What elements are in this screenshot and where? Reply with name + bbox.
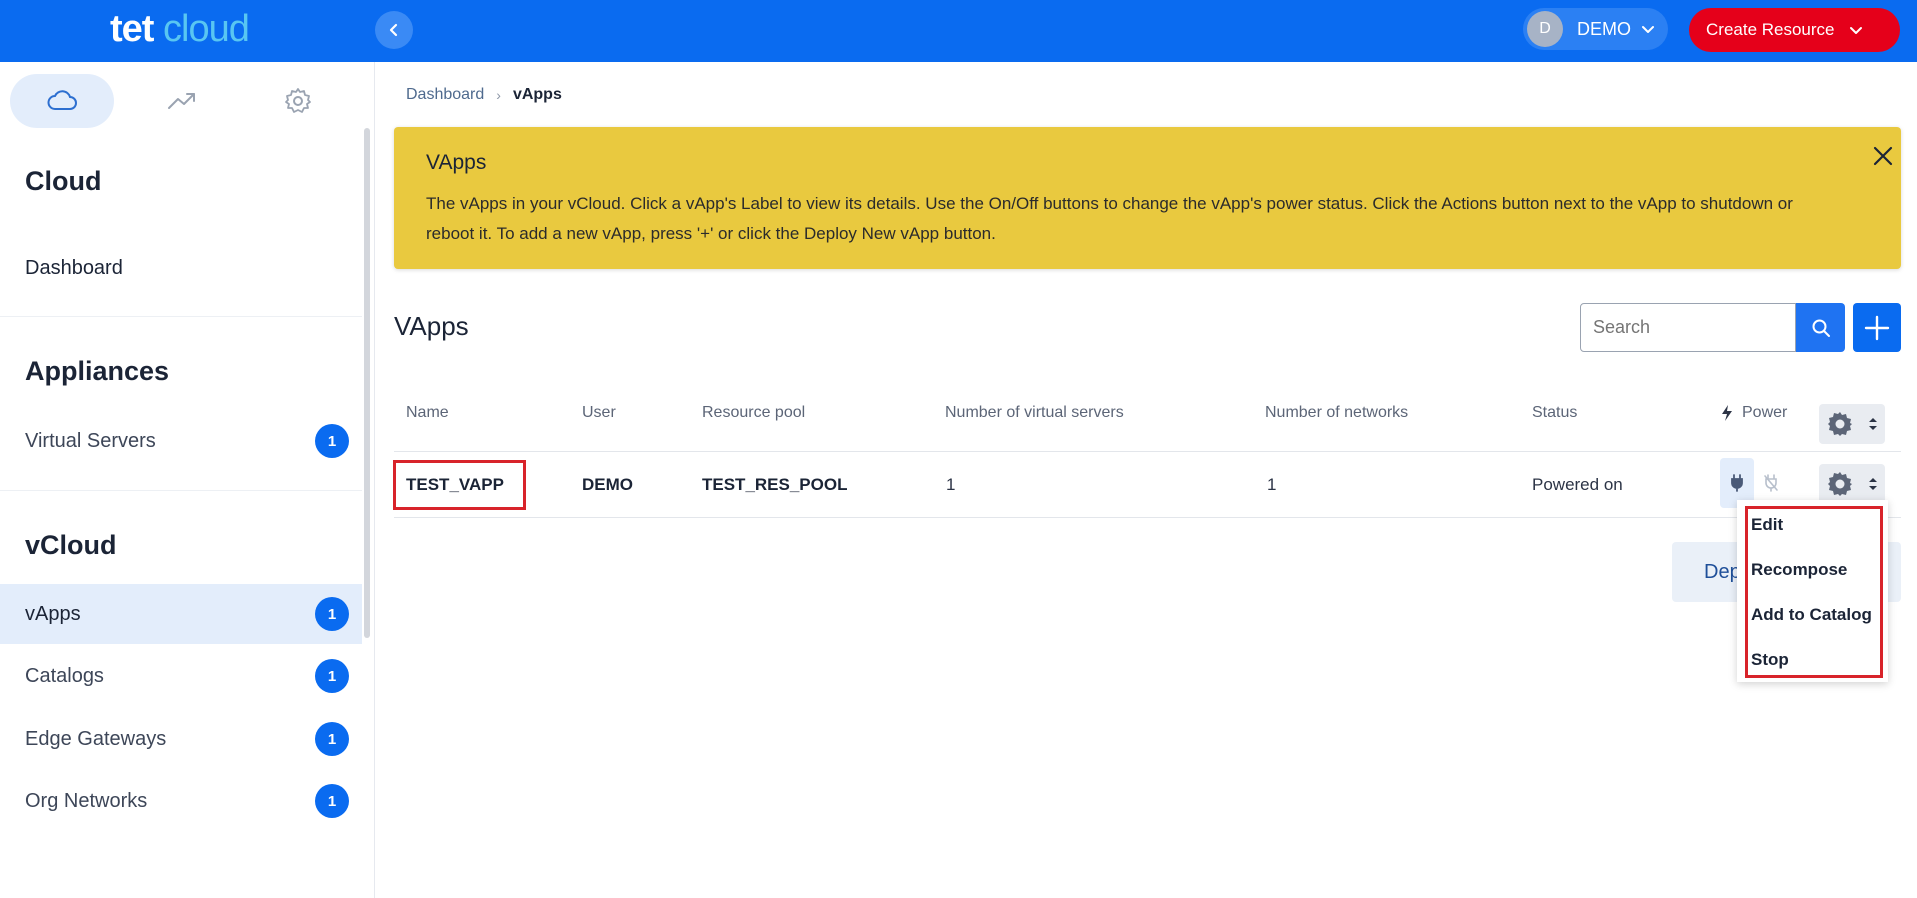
count-badge: 1 xyxy=(315,722,349,756)
column-header-resource-pool[interactable]: Resource pool xyxy=(702,404,805,422)
sort-icon xyxy=(1869,418,1877,430)
sidebar: Cloud Dashboard Appliances Virtual Serve… xyxy=(0,62,375,898)
close-banner-button[interactable] xyxy=(1872,145,1894,172)
column-header-name[interactable]: Name xyxy=(406,404,449,422)
search-button[interactable] xyxy=(1796,303,1845,352)
column-header-networks[interactable]: Number of networks xyxy=(1265,404,1408,422)
trending-up-icon xyxy=(168,93,195,109)
gear-icon xyxy=(1828,412,1852,436)
chevron-down-icon xyxy=(1642,26,1654,33)
tab-statistics[interactable] xyxy=(130,74,234,128)
breadcrumb-current: vApps xyxy=(512,86,562,103)
divider xyxy=(0,490,362,491)
sidebar-item-edge-gateways[interactable]: Edge Gateways 1 xyxy=(0,709,362,769)
column-header-virtual-servers[interactable]: Number of virtual servers xyxy=(945,404,1124,422)
vapp-networks: 1 xyxy=(1267,475,1277,494)
table-divider xyxy=(394,451,1901,452)
vapp-user: DEMO xyxy=(582,475,633,494)
breadcrumb-dashboard-link[interactable]: Dashboard xyxy=(406,86,484,104)
sidebar-item-catalogs[interactable]: Catalogs 1 xyxy=(0,646,362,706)
lightning-icon xyxy=(1722,405,1732,421)
sidebar-item-dashboard[interactable]: Dashboard xyxy=(0,238,362,298)
top-bar: tet cloud D DEMO Create Resource xyxy=(0,0,1917,62)
sidebar-scrollbar[interactable] xyxy=(364,128,370,638)
create-resource-button[interactable]: Create Resource xyxy=(1689,8,1900,52)
search-input[interactable] xyxy=(1580,303,1796,352)
column-header-power: Power xyxy=(1720,404,1787,422)
plug-off-icon xyxy=(1764,474,1778,492)
chevron-left-icon xyxy=(389,23,398,37)
menu-item-edit[interactable]: Edit xyxy=(1751,515,1783,535)
user-name: DEMO xyxy=(1577,18,1631,39)
plus-icon xyxy=(1864,315,1890,340)
chevron-down-icon xyxy=(1849,27,1862,34)
menu-item-add-to-catalog[interactable]: Add to Catalog xyxy=(1751,605,1872,625)
vapp-resource-pool: TEST_RES_POOL xyxy=(702,475,848,494)
user-menu-button[interactable]: D DEMO xyxy=(1523,8,1668,50)
table-settings-button[interactable] xyxy=(1819,404,1885,444)
collapse-sidebar-button[interactable] xyxy=(375,11,413,49)
sidebar-item-vapps[interactable]: vApps 1 xyxy=(0,584,362,644)
divider xyxy=(0,316,362,317)
section-title-cloud: Cloud xyxy=(25,166,102,196)
count-badge: 1 xyxy=(315,659,349,693)
info-banner-title: VApps xyxy=(426,151,487,174)
chevron-right-icon: › xyxy=(496,87,501,103)
section-title-appliances: Appliances xyxy=(25,356,170,386)
column-header-status[interactable]: Status xyxy=(1532,404,1577,422)
vapp-status: Powered on xyxy=(1532,475,1623,494)
cloud-icon xyxy=(47,90,77,110)
sidebar-item-org-networks[interactable]: Org Networks 1 xyxy=(0,771,362,831)
count-badge: 1 xyxy=(315,424,349,458)
row-actions-button[interactable] xyxy=(1819,464,1885,504)
sort-icon xyxy=(1869,478,1877,490)
search-icon xyxy=(1812,319,1830,337)
count-badge: 1 xyxy=(315,784,349,818)
logo[interactable]: tet cloud xyxy=(110,8,250,51)
tab-settings[interactable] xyxy=(246,74,350,128)
sidebar-tabs xyxy=(0,62,375,128)
menu-item-stop[interactable]: Stop xyxy=(1751,650,1789,670)
add-vapp-button[interactable] xyxy=(1853,303,1901,352)
column-header-user[interactable]: User xyxy=(582,404,616,422)
plug-icon xyxy=(1731,474,1743,492)
info-banner-text: The vApps in your vCloud. Click a vApp's… xyxy=(426,194,1793,243)
section-title-vcloud: vCloud xyxy=(25,530,117,560)
count-badge: 1 xyxy=(315,597,349,631)
vapp-virtual-servers: 1 xyxy=(946,475,956,494)
menu-item-recompose[interactable]: Recompose xyxy=(1751,560,1847,580)
tab-cloud[interactable] xyxy=(10,74,114,128)
gear-icon xyxy=(285,88,311,113)
gear-icon xyxy=(1828,472,1852,496)
sidebar-item-virtual-servers[interactable]: Virtual Servers 1 xyxy=(0,411,362,471)
table-divider xyxy=(394,517,1901,518)
page-title: VApps xyxy=(394,311,469,341)
highlight-box xyxy=(393,460,526,510)
breadcrumb: Dashboard › vApps xyxy=(406,86,562,104)
avatar: D xyxy=(1527,11,1563,47)
close-icon xyxy=(1873,146,1893,166)
info-banner: VApps The vApps in your vCloud. Click a … xyxy=(394,127,1901,269)
